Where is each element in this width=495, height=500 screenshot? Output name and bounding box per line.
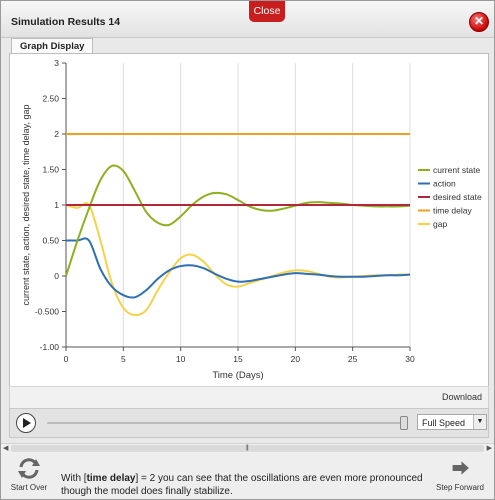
start-over-button[interactable]: Start Over: [9, 457, 49, 492]
y-axis-label: current state, action, desired state, ti…: [21, 105, 31, 306]
y-tick-label: -1.00: [40, 342, 60, 352]
title-bar: Simulation Results 14: [1, 1, 494, 38]
play-icon[interactable]: [16, 413, 36, 433]
speed-slider-thumb[interactable]: [400, 416, 408, 430]
message-prefix: With [: [61, 473, 87, 484]
y-tick-label: -0.500: [35, 307, 59, 317]
tab-strip: Graph Display: [9, 38, 487, 54]
step-forward-label: Step Forward: [435, 483, 485, 492]
y-tick-label: 2.50: [42, 94, 59, 104]
scroll-right-icon[interactable]: ▶: [487, 444, 492, 453]
x-tick-label: 25: [348, 354, 358, 364]
simulation-results-window: Simulation Results 14 Close ✕ Graph Disp…: [0, 0, 495, 500]
close-tab-button[interactable]: Close: [249, 1, 285, 22]
y-tick-label: 3: [54, 58, 59, 68]
legend-label: desired state: [433, 192, 482, 202]
graph-panel: -1.00 -0.500 0 0.50 1 1.50 2 2.50 3 0 5 10 15 20 25 30 T…: [9, 53, 489, 409]
message-parameter: time delay: [86, 473, 136, 484]
step-forward-button[interactable]: Step Forward: [433, 457, 487, 492]
window-title: Simulation Results 14: [11, 16, 121, 28]
start-over-label: Start Over: [10, 483, 48, 492]
x-tick-label: 15: [233, 354, 243, 364]
x-tick-label: 0: [64, 354, 69, 364]
scroll-left-icon[interactable]: ◀: [3, 444, 8, 453]
tab-graph-display[interactable]: Graph Display: [11, 38, 94, 54]
speed-slider-track[interactable]: [47, 422, 402, 424]
download-link[interactable]: Download: [442, 392, 482, 402]
y-tick-label: 0: [54, 271, 59, 281]
x-tick-label: 30: [405, 354, 415, 364]
scrollbar-thumb[interactable]: |||: [11, 445, 484, 452]
playback-controls: Full Speed ▼: [9, 408, 489, 438]
grip-icon: |||: [246, 445, 249, 451]
download-bar: Download: [9, 386, 489, 409]
legend-label: action: [433, 179, 456, 189]
legend-label: current state: [433, 165, 481, 175]
close-x-icon[interactable]: ✕: [469, 12, 489, 32]
arrow-right-icon: [452, 461, 469, 475]
x-tick-label: 10: [176, 354, 186, 364]
speed-select[interactable]: Full Speed ▼: [417, 414, 487, 430]
x-tick-label: 5: [121, 354, 126, 364]
refresh-icon: [18, 458, 40, 479]
x-tick-label: 20: [291, 354, 301, 364]
chevron-down-icon[interactable]: ▼: [473, 415, 486, 429]
x-axis-label: Time (Days): [212, 370, 263, 381]
y-tick-label: 0.50: [42, 236, 59, 246]
footer: Start Over With [time delay] = 2 you can…: [1, 453, 494, 499]
y-tick-label: 1.50: [42, 165, 59, 175]
legend-label: time delay: [433, 206, 472, 216]
line-chart: -1.00-0.50000.5011.5022.5030 5 10 15 20 25 30T…: [21, 58, 482, 381]
y-tick-label: 1: [54, 200, 59, 210]
legend-label: gap: [433, 219, 447, 229]
status-message: With [time delay] = 2 you can see that t…: [61, 472, 431, 498]
y-tick-label: 2: [54, 129, 59, 139]
speed-select-value: Full Speed: [422, 418, 466, 428]
